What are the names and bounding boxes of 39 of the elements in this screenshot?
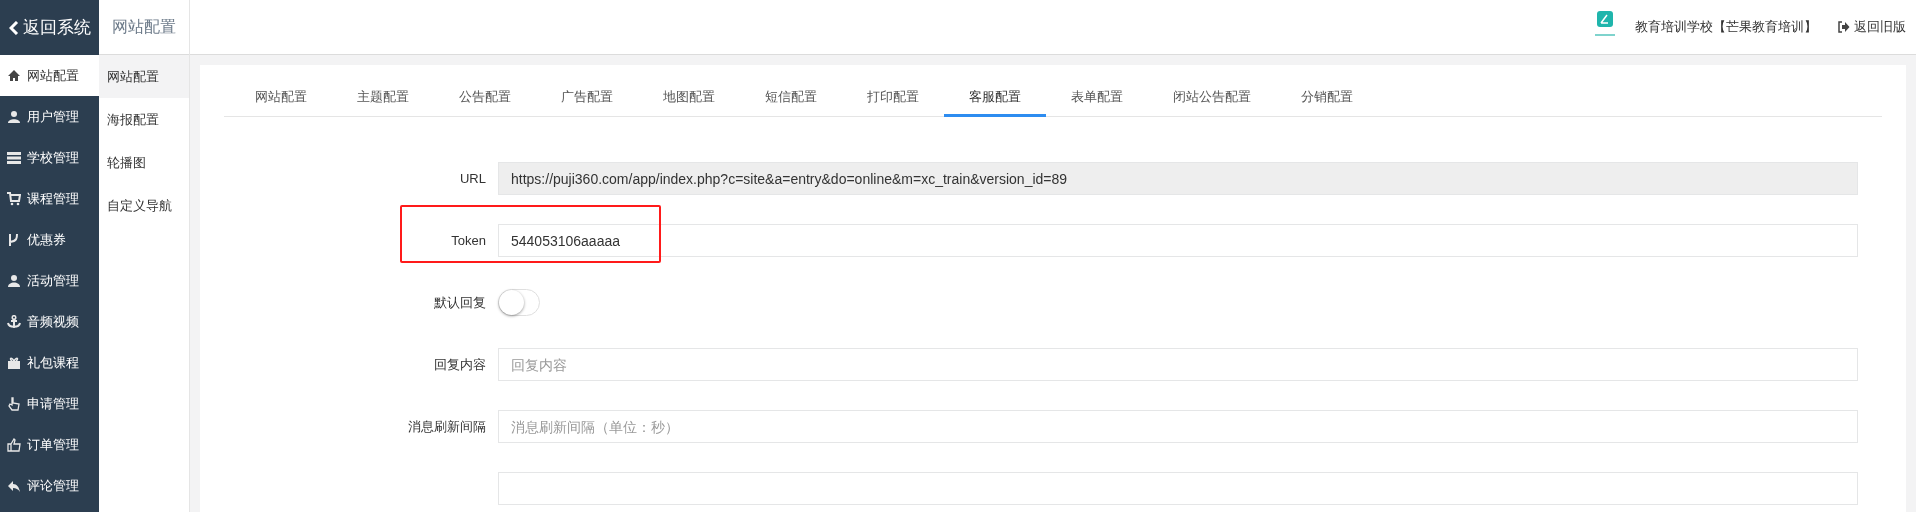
tab[interactable]: 打印配置: [842, 79, 944, 117]
input-field[interactable]: 544053106aaaaa: [498, 224, 1858, 257]
tab[interactable]: 公告配置: [434, 79, 536, 117]
tab[interactable]: 表单配置: [1046, 79, 1148, 117]
toggle-switch[interactable]: [498, 289, 540, 316]
tab[interactable]: 分销配置: [1276, 79, 1378, 117]
home-icon: [7, 68, 21, 83]
input-field[interactable]: 消息刷新间隔（单位：秒）: [498, 410, 1858, 443]
pointing-hand-icon: [7, 396, 21, 411]
people-icon: [7, 273, 21, 288]
tab[interactable]: 地图配置: [638, 79, 740, 117]
thumbs-up-icon: [7, 437, 21, 452]
tab[interactable]: 客服配置: [944, 79, 1046, 117]
old-version-link[interactable]: 返回旧版: [1837, 17, 1906, 37]
field-label: 回复内容: [433, 355, 486, 374]
anchor-icon: [7, 314, 21, 329]
gift-icon: [7, 355, 21, 370]
tab[interactable]: 网站配置: [230, 79, 332, 117]
branch-icon: [7, 232, 21, 247]
cart-icon: [7, 191, 21, 206]
sign-out-icon: [1837, 21, 1850, 33]
tab[interactable]: 主题配置: [332, 79, 434, 117]
tab[interactable]: 闭站公告配置: [1148, 79, 1276, 117]
sidebar-item[interactable]: 网站配置: [0, 55, 99, 96]
input-field[interactable]: 回复内容: [498, 348, 1858, 381]
school-name: 教育培训学校【芒果教育培训】: [1635, 18, 1817, 37]
field-label: 默认回复: [433, 293, 486, 312]
user-icon: [7, 109, 21, 124]
subnav-item[interactable]: 网站配置: [99, 55, 189, 98]
input-field[interactable]: [498, 472, 1858, 505]
field-label: Token: [450, 231, 486, 250]
section-title: 网站配置: [112, 17, 176, 37]
field-label: URL: [459, 169, 486, 188]
server-icon: [7, 150, 21, 165]
chevron-left-icon: [8, 20, 19, 35]
field-label: 消息刷新间隔: [407, 417, 486, 436]
tab[interactable]: 短信配置: [740, 79, 842, 117]
input-field[interactable]: https://puji360.com/app/index.php?c=site&a=entry&do=online&m=xc_train&version_id=89: [498, 162, 1858, 195]
tab[interactable]: 广告配置: [536, 79, 638, 117]
